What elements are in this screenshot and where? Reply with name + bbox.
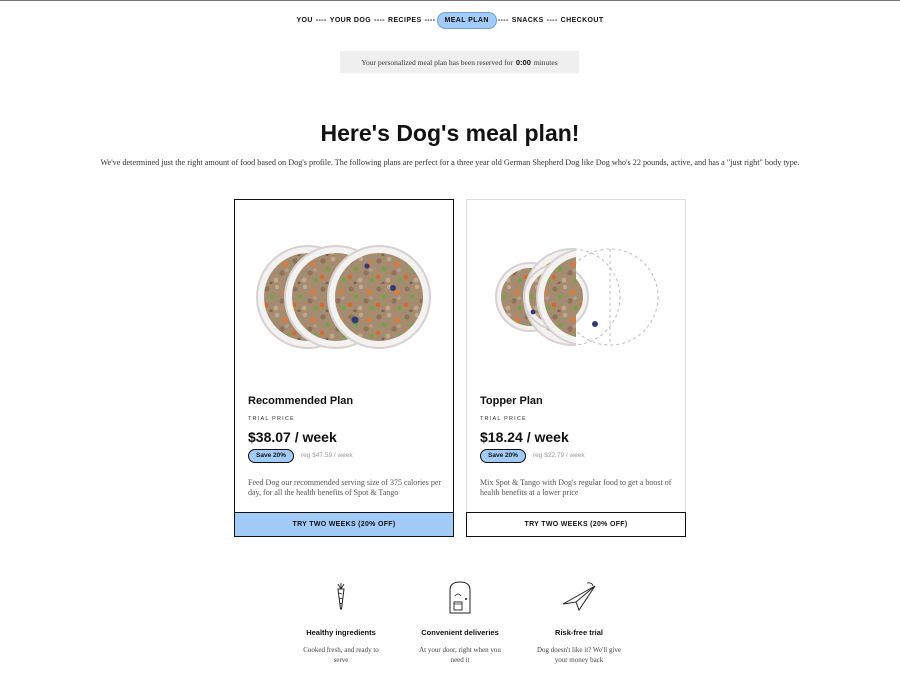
top-rule [0, 0, 900, 1]
plan-price: $18.24 / week [480, 429, 569, 445]
save-badge: Save 20% [480, 449, 526, 463]
benefit-convenient-deliveries: Convenient deliveries At your door, righ… [405, 580, 515, 664]
step-separator: ---- [424, 17, 436, 24]
step-your-dog[interactable]: YOUR DOG [328, 17, 373, 24]
save-badge: Save 20% [248, 449, 294, 463]
banner-text-end: minutes [533, 57, 558, 67]
plan-name: Recommended Plan [248, 395, 354, 407]
try-recommended-button[interactable]: TRY TWO WEEKS (20% OFF) [234, 512, 454, 537]
trial-price-label: TRIAL PRICE [480, 416, 527, 422]
step-meal-plan[interactable]: MEAL PLAN [436, 12, 497, 29]
step-separator: ---- [315, 17, 327, 24]
plan-description: Mix Spot & Tango with Dog's regular food… [480, 478, 672, 497]
bowls-full-image [256, 245, 431, 349]
benefit-title: Risk-free trial [555, 628, 603, 637]
benefit-title: Healthy ingredients [306, 628, 376, 637]
step-separator: ---- [497, 17, 509, 24]
benefit-title: Convenient deliveries [421, 628, 499, 637]
benefit-description: Dog doesn't like it? We'll give your mon… [536, 646, 622, 664]
bowls-partial-image [495, 248, 659, 346]
step-checkout[interactable]: CHECKOUT [559, 17, 606, 24]
step-separator: ---- [546, 17, 558, 24]
checkout-progress: YOU ---- YOUR DOG ---- RECIPES ---- MEAL… [0, 12, 900, 29]
benefit-description: At your door, right when you need it [419, 646, 501, 664]
topper-plan-card[interactable]: Topper Plan TRIAL PRICE $18.24 / week Sa… [466, 199, 686, 537]
recommended-plan-card[interactable]: Recommended Plan TRIAL PRICE $38.07 / we… [234, 199, 454, 537]
step-snacks[interactable]: SNACKS [510, 17, 546, 24]
paper-plane-icon [562, 582, 596, 612]
reservation-timer: 0:00 [515, 57, 531, 67]
regular-price: reg $22.79 / week [533, 452, 585, 459]
plan-price: $38.07 / week [248, 429, 337, 445]
reservation-banner: Your personalized meal plan has been res… [340, 51, 579, 73]
intro-text: We've determined just the right amount o… [100, 158, 800, 167]
benefit-healthy-ingredients: Healthy ingredients Cooked fresh, and re… [286, 580, 396, 664]
benefit-description: Cooked fresh, and ready to serve [303, 646, 379, 664]
dog-door-icon [449, 581, 471, 614]
benefit-risk-free-trial: Risk-free trial Dog doesn't like it? We'… [524, 580, 634, 664]
banner-text: Your personalized meal plan has been res… [361, 57, 513, 67]
carrot-icon [337, 583, 345, 610]
step-recipes[interactable]: RECIPES [386, 17, 424, 24]
try-topper-button[interactable]: TRY TWO WEEKS (20% OFF) [466, 512, 686, 537]
plan-description: Feed Dog our recommended serving size of… [248, 478, 442, 497]
plan-name: Topper Plan [480, 395, 543, 407]
regular-price: reg $47.59 / week [301, 452, 353, 459]
trial-price-label: TRIAL PRICE [248, 416, 295, 422]
step-separator: ---- [374, 17, 386, 24]
page-title: Here's Dog's meal plan! [320, 120, 580, 146]
step-you[interactable]: YOU [294, 17, 314, 24]
